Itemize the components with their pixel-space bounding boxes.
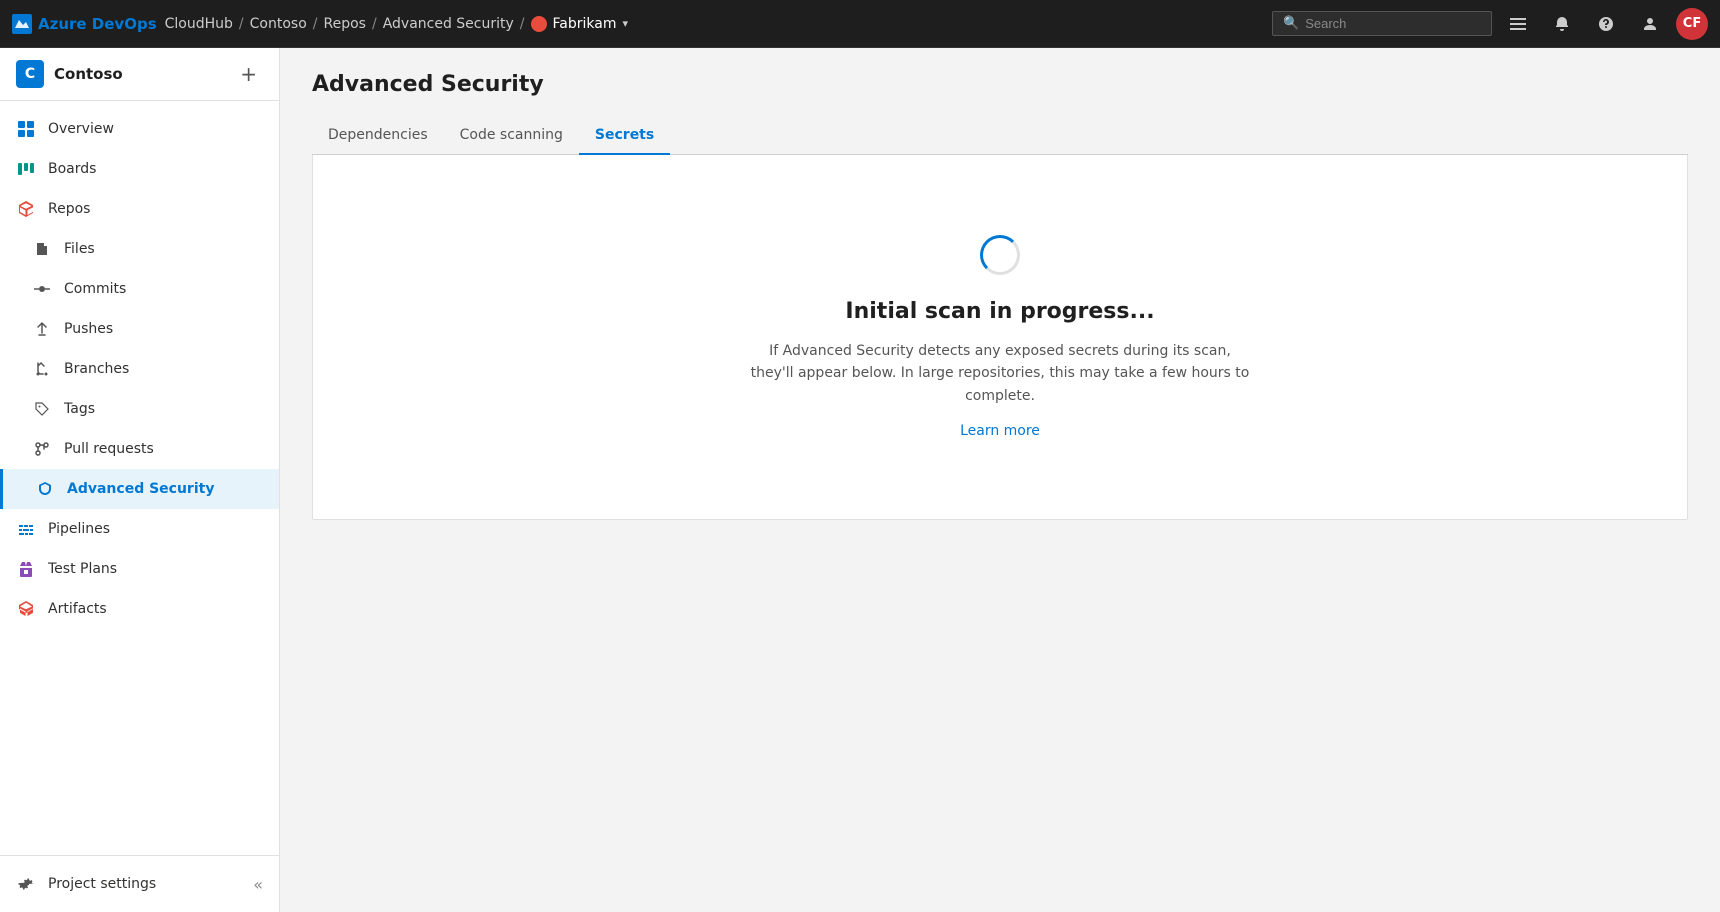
pullrequests-icon: [32, 439, 52, 459]
sidebar-label-project-settings: Project settings: [48, 876, 156, 892]
breadcrumb-repos[interactable]: Repos: [324, 16, 366, 32]
pushes-icon: [32, 319, 52, 339]
avatar[interactable]: CF: [1676, 8, 1708, 40]
app-body: C Contoso + Overview Boards: [0, 48, 1720, 912]
sidebar-item-pushes[interactable]: Pushes: [0, 309, 279, 349]
artifacts-icon: [16, 599, 36, 619]
scan-description: If Advanced Security detects any exposed…: [750, 340, 1250, 407]
repo-selector[interactable]: Fabrikam ▾: [531, 16, 629, 32]
sidebar-item-branches[interactable]: Branches: [0, 349, 279, 389]
testplans-icon: [16, 559, 36, 579]
chevron-down-icon: ▾: [622, 17, 628, 30]
sidebar-item-advanced-security[interactable]: Advanced Security: [0, 469, 279, 509]
sidebar-item-repos[interactable]: Repos: [0, 189, 279, 229]
notifications-button[interactable]: [1544, 6, 1580, 42]
breadcrumb-contoso[interactable]: Contoso: [250, 16, 307, 32]
sidebar-item-boards[interactable]: Boards: [0, 149, 279, 189]
scan-title: Initial scan in progress...: [845, 299, 1154, 324]
sidebar-item-project-settings[interactable]: Project settings «: [0, 864, 279, 904]
sidebar-item-testplans[interactable]: Test Plans: [0, 549, 279, 589]
scan-progress-card: Initial scan in progress... If Advanced …: [312, 155, 1688, 520]
settings-icon: [16, 874, 36, 894]
branches-icon: [32, 359, 52, 379]
search-icon: 🔍: [1283, 16, 1299, 31]
sidebar-item-files[interactable]: Files: [0, 229, 279, 269]
breadcrumb-cloudhub[interactable]: CloudHub: [165, 16, 233, 32]
sidebar-label-tags: Tags: [64, 401, 95, 417]
breadcrumb-advanced-security[interactable]: Advanced Security: [383, 16, 514, 32]
tab-secrets[interactable]: Secrets: [579, 117, 670, 155]
collapse-icon[interactable]: «: [253, 875, 263, 894]
pipelines-icon: [16, 519, 36, 539]
sidebar-item-artifacts[interactable]: Artifacts: [0, 589, 279, 629]
sidebar-item-tags[interactable]: Tags: [0, 389, 279, 429]
sidebar-label-artifacts: Artifacts: [48, 601, 107, 617]
sidebar-label-files: Files: [64, 241, 95, 257]
brand-label: Azure DevOps: [38, 15, 157, 33]
tab-dependencies[interactable]: Dependencies: [312, 117, 444, 155]
sidebar-label-pullrequests: Pull requests: [64, 441, 154, 457]
sidebar-item-pipelines[interactable]: Pipelines: [0, 509, 279, 549]
account-button[interactable]: [1632, 6, 1668, 42]
boards-icon: [16, 159, 36, 179]
tabs: Dependencies Code scanning Secrets: [312, 117, 1688, 155]
search-input[interactable]: [1305, 16, 1481, 31]
tags-icon: [32, 399, 52, 419]
main-content: Advanced Security Dependencies Code scan…: [280, 48, 1720, 912]
sidebar-item-pullrequests[interactable]: Pull requests: [0, 429, 279, 469]
sidebar: C Contoso + Overview Boards: [0, 48, 280, 912]
sidebar-label-boards: Boards: [48, 161, 96, 177]
sidebar-label-pipelines: Pipelines: [48, 521, 110, 537]
sidebar-label-testplans: Test Plans: [48, 561, 117, 577]
loading-spinner: [980, 235, 1020, 275]
topnav: Azure DevOps CloudHub / Contoso / Repos …: [0, 0, 1720, 48]
breadcrumb: CloudHub / Contoso / Repos / Advanced Se…: [165, 16, 628, 32]
sidebar-label-repos: Repos: [48, 201, 90, 217]
org-name: Contoso: [54, 65, 224, 83]
topnav-right: 🔍 CF: [1272, 6, 1708, 42]
sidebar-label-commits: Commits: [64, 281, 126, 297]
repo-name: Fabrikam: [553, 16, 617, 32]
sidebar-label-pushes: Pushes: [64, 321, 113, 337]
help-button[interactable]: [1588, 6, 1624, 42]
azure-devops-logo[interactable]: Azure DevOps: [12, 14, 157, 34]
tab-code-scanning[interactable]: Code scanning: [444, 117, 579, 155]
search-box[interactable]: 🔍: [1272, 11, 1492, 36]
repos-icon: [16, 199, 36, 219]
page-title: Advanced Security: [312, 72, 1688, 97]
sidebar-item-commits[interactable]: Commits: [0, 269, 279, 309]
menu-icon-button[interactable]: [1500, 6, 1536, 42]
commits-icon: [32, 279, 52, 299]
add-project-icon[interactable]: +: [234, 60, 263, 88]
loading-spinner-container: [980, 235, 1020, 275]
learn-more-link[interactable]: Learn more: [960, 423, 1040, 439]
sidebar-item-overview[interactable]: Overview: [0, 109, 279, 149]
sidebar-bottom: Project settings «: [0, 855, 279, 912]
org-header[interactable]: C Contoso +: [0, 48, 279, 101]
sidebar-label-advanced-security: Advanced Security: [67, 481, 214, 497]
sidebar-label-overview: Overview: [48, 121, 114, 137]
advanced-security-icon: [35, 479, 55, 499]
org-icon: C: [16, 60, 44, 88]
files-icon: [32, 239, 52, 259]
sidebar-nav: Overview Boards Repos F: [0, 101, 279, 855]
overview-icon: [16, 119, 36, 139]
sidebar-label-branches: Branches: [64, 361, 129, 377]
repo-icon: [531, 16, 547, 32]
